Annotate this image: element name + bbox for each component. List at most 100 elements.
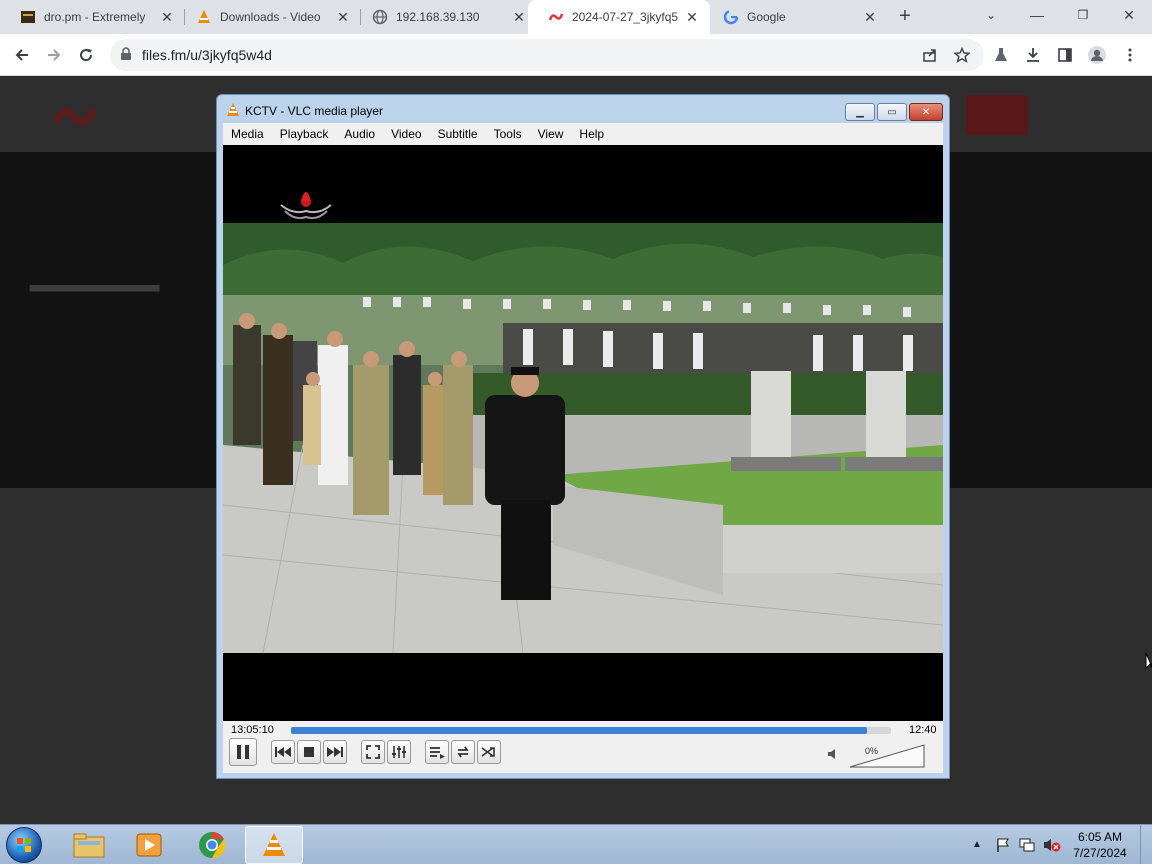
elapsed-time: 13:05:10 <box>231 724 274 736</box>
browser-toolbar: files.fm/u/3jkyfq5w4d <box>0 34 1152 76</box>
globe-icon <box>372 9 388 25</box>
playlist-button[interactable] <box>425 740 449 764</box>
vlc-maximize-button[interactable]: ▭ <box>877 103 907 121</box>
vlc-cone-icon <box>196 9 212 25</box>
fullscreen-button[interactable] <box>361 740 385 764</box>
taskbar-chrome-button[interactable] <box>183 826 241 864</box>
start-button[interactable] <box>6 827 42 863</box>
windows-logo-icon <box>17 838 31 852</box>
vlc-client-area: Media Playback Audio Video Subtitle Tool… <box>223 123 943 773</box>
chrome-menu-button[interactable] <box>1118 43 1142 67</box>
browser-tab-filesfm[interactable]: 2024-07-27_3jkyfq5 ✕ <box>528 0 710 34</box>
share-icon <box>923 49 936 62</box>
filesfm-favicon <box>548 9 564 25</box>
vlc-close-button[interactable]: ✕ <box>909 103 943 121</box>
minimize-button[interactable]: — <box>1014 0 1060 34</box>
back-arrow-icon <box>15 49 28 61</box>
menu-video[interactable]: Video <box>383 127 429 141</box>
remaining-time: 12:40 <box>909 724 937 736</box>
restore-button[interactable]: ❐ <box>1060 0 1106 34</box>
forward-arrow-icon <box>48 49 61 61</box>
pause-button[interactable] <box>229 738 257 766</box>
taskbar-clock[interactable]: 6:05 AM 7/27/2024 <box>1062 829 1138 861</box>
kebab-menu-icon <box>1128 48 1132 62</box>
tab-label: 192.168.39.130 <box>396 10 480 24</box>
tab-close-icon[interactable]: ✕ <box>684 9 700 25</box>
vlc-titlebar[interactable]: KCTV - VLC media player ▁ ▭ ✕ <box>217 95 949 125</box>
downloads-button[interactable] <box>1021 43 1045 67</box>
shuffle-button[interactable] <box>477 740 501 764</box>
taskbar-media-player-button[interactable] <box>120 826 178 864</box>
browser-tab-ip[interactable]: 192.168.39.130 ✕ <box>352 0 537 34</box>
extended-settings-button[interactable] <box>387 740 411 764</box>
vlc-controls: 13:05:10 12:40 0% <box>223 721 943 773</box>
action-center-flag-icon[interactable] <box>995 837 1013 853</box>
pause-icon <box>237 745 249 759</box>
tab-search-chevron-icon[interactable]: ⌄ <box>968 0 1014 34</box>
share-button[interactable] <box>918 43 942 67</box>
menu-help[interactable]: Help <box>571 127 612 141</box>
reload-button[interactable] <box>74 43 98 67</box>
tab-label: Google <box>747 10 786 24</box>
video-frame-memorial-scene <box>223 145 943 721</box>
forward-button[interactable] <box>42 43 66 67</box>
tab-label: dro.pm - Extremely <box>44 10 146 24</box>
windows-taskbar: ▲ 6:05 AM 7/27/2024 <box>0 824 1152 864</box>
browser-tab-google[interactable]: Google ✕ <box>703 0 888 34</box>
star-icon <box>954 47 970 63</box>
back-button[interactable] <box>10 43 34 67</box>
menu-tools[interactable]: Tools <box>486 127 530 141</box>
page-red-button-dimmed <box>966 95 1028 135</box>
flask-icon <box>995 48 1007 61</box>
vlc-cone-icon <box>263 833 285 856</box>
tab-close-icon[interactable]: ✕ <box>862 9 878 25</box>
volume-muted-icon[interactable] <box>1043 837 1061 853</box>
previous-button[interactable] <box>271 740 295 764</box>
mouse-cursor-icon <box>1145 652 1152 670</box>
close-window-button[interactable]: ✕ <box>1106 0 1152 34</box>
menu-audio[interactable]: Audio <box>336 127 383 141</box>
video-surface[interactable] <box>223 145 943 721</box>
taskbar-explorer-button[interactable] <box>60 826 118 864</box>
tab-close-icon[interactable]: ✕ <box>335 9 351 25</box>
tab-close-icon[interactable]: ✕ <box>159 9 175 25</box>
tab-close-icon[interactable]: ✕ <box>511 9 527 25</box>
speaker-icon[interactable] <box>827 748 839 763</box>
menu-subtitle[interactable]: Subtitle <box>430 127 486 141</box>
menu-media[interactable]: Media <box>223 127 272 141</box>
browser-tab-downloads[interactable]: Downloads - Video ✕ <box>176 0 361 34</box>
browser-tab-dro[interactable]: dro.pm - Extremely ✕ <box>0 0 185 34</box>
menu-playback[interactable]: Playback <box>272 127 337 141</box>
clock-time: 6:05 AM <box>1077 830 1123 844</box>
menu-view[interactable]: View <box>530 127 572 141</box>
stop-button[interactable] <box>297 740 321 764</box>
side-panel-icon <box>1058 48 1072 62</box>
network-icon[interactable] <box>1019 837 1037 853</box>
tray-overflow-chevron-icon[interactable]: ▲ <box>972 839 990 855</box>
taskbar-vlc-button[interactable] <box>245 826 303 864</box>
extension-button[interactable] <box>989 43 1013 67</box>
volume-slider[interactable] <box>849 744 925 771</box>
bookmark-button[interactable] <box>950 43 974 67</box>
show-desktop-button[interactable] <box>1140 825 1152 864</box>
seek-bar[interactable] <box>291 727 891 734</box>
next-icon <box>327 747 343 757</box>
vlc-menu-bar: Media Playback Audio Video Subtitle Tool… <box>223 123 943 145</box>
next-button[interactable] <box>323 740 347 764</box>
clock-date: 7/27/2024 <box>1073 846 1127 860</box>
url-text: files.fm/u/3jkyfq5w4d <box>142 47 272 63</box>
vlc-minimize-button[interactable]: ▁ <box>845 103 875 121</box>
profile-avatar-icon <box>1088 46 1106 64</box>
page-heading-dimmed: ▁▁▁▁ <box>30 243 160 290</box>
reload-icon <box>80 49 93 62</box>
loop-button[interactable] <box>451 740 475 764</box>
profile-button[interactable] <box>1085 43 1109 67</box>
fullscreen-icon <box>366 745 380 759</box>
new-tab-button[interactable]: + <box>894 6 916 27</box>
side-panel-button[interactable] <box>1053 43 1077 67</box>
shuffle-icon <box>481 747 495 757</box>
stop-icon <box>304 747 314 757</box>
loop-icon <box>457 746 469 758</box>
address-bar[interactable]: files.fm/u/3jkyfq5w4d <box>110 39 984 71</box>
vlc-cone-icon <box>226 103 240 120</box>
